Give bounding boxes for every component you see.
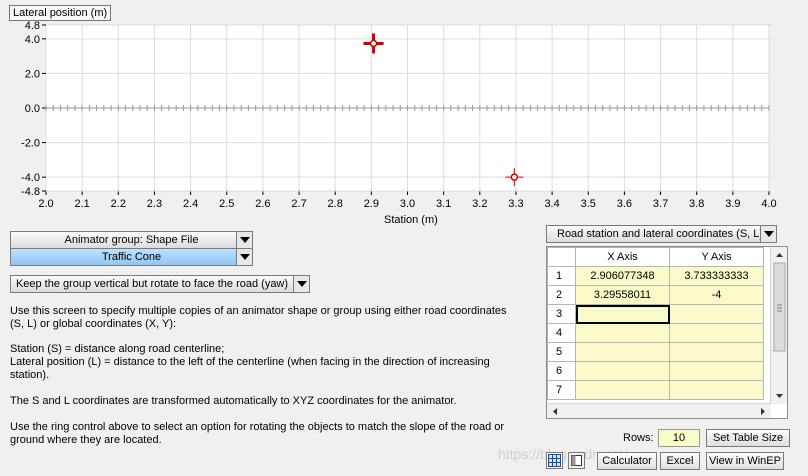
help-paragraph-4: Use the ring control above to select an … bbox=[10, 421, 505, 446]
x-cell[interactable] bbox=[575, 361, 670, 381]
view-in-winep-button[interactable]: View in WinEP bbox=[706, 452, 784, 470]
y-axis-column-header: Y Axis bbox=[669, 247, 764, 267]
row-number-header bbox=[547, 247, 576, 267]
x-cell-selected[interactable] bbox=[575, 304, 670, 324]
y-tick-label: -4.0 bbox=[21, 172, 40, 184]
x-cell[interactable] bbox=[575, 380, 670, 400]
table-row: 1 2.906077348 3.733333333 bbox=[547, 266, 764, 286]
table-row: 3 bbox=[547, 304, 764, 324]
shape-label: Traffic Cone bbox=[101, 251, 162, 263]
y-axis-title: Lateral position (m) bbox=[9, 5, 112, 21]
orientation-select[interactable]: Keep the group vertical but rotate to fa… bbox=[10, 275, 310, 293]
x-tick-label: 2.4 bbox=[183, 198, 198, 210]
chevron-down-icon[interactable] bbox=[760, 226, 776, 242]
y-tick-label: 2.0 bbox=[25, 68, 40, 80]
row-number: 5 bbox=[547, 342, 576, 362]
x-tick-label: 2.0 bbox=[38, 198, 53, 210]
y-cell[interactable] bbox=[669, 380, 764, 400]
x-tick-label: 3.7 bbox=[653, 198, 668, 210]
x-tick-label: 2.2 bbox=[111, 198, 126, 210]
row-number: 4 bbox=[547, 323, 576, 343]
y-cell[interactable]: 3.733333333 bbox=[669, 266, 764, 286]
x-tick-label: 2.1 bbox=[75, 198, 90, 210]
x-tick-label: 3.8 bbox=[689, 198, 704, 210]
x-tick-label: 3.5 bbox=[581, 198, 596, 210]
window-view-button[interactable] bbox=[568, 452, 585, 469]
horizontal-scrollbar[interactable] bbox=[547, 403, 771, 418]
table-row: 5 bbox=[547, 342, 764, 362]
shape-select[interactable]: Traffic Cone bbox=[10, 248, 253, 266]
x-tick-label: 3.0 bbox=[400, 198, 415, 210]
row-number: 2 bbox=[547, 285, 576, 305]
x-tick-label: 3.6 bbox=[617, 198, 632, 210]
x-tick-label: 2.7 bbox=[291, 198, 306, 210]
table-header-row: X Axis Y Axis bbox=[547, 247, 764, 267]
y-tick-label: 0.0 bbox=[25, 103, 40, 115]
x-tick-label: 2.6 bbox=[255, 198, 270, 210]
chevron-down-icon[interactable] bbox=[236, 249, 252, 265]
x-axis-column-header: X Axis bbox=[575, 247, 670, 267]
y-cell[interactable] bbox=[669, 323, 764, 343]
x-cell[interactable]: 2.906077348 bbox=[575, 266, 670, 286]
x-cell[interactable]: 3.29558011 bbox=[575, 285, 670, 305]
y-tick-label: -4.8 bbox=[21, 186, 40, 198]
scrollbar-arrows-icon bbox=[773, 253, 786, 398]
x-tick-label: 2.8 bbox=[328, 198, 343, 210]
y-cell[interactable] bbox=[669, 304, 764, 324]
window-icon bbox=[571, 455, 582, 466]
y-tick-label: 4.8 bbox=[25, 20, 40, 32]
coordinates-table[interactable]: X Axis Y Axis 1 2.906077348 3.733333333 … bbox=[546, 246, 788, 419]
help-paragraph-3: The S and L coordinates are transformed … bbox=[10, 395, 457, 407]
excel-button[interactable]: Excel bbox=[660, 452, 700, 470]
x-tick-label: 4.0 bbox=[761, 198, 776, 210]
help-paragraph-2a: Station (S) = distance along road center… bbox=[10, 343, 225, 355]
table-row: 7 bbox=[547, 380, 764, 400]
y-cell[interactable]: -4 bbox=[669, 285, 764, 305]
help-paragraph-2b: Lateral position (L) = distance to the l… bbox=[10, 356, 490, 381]
x-tick-label: 2.9 bbox=[364, 198, 379, 210]
x-axis-title: Station (m) bbox=[384, 214, 438, 226]
help-paragraph-1: Use this screen to specify multiple copi… bbox=[10, 305, 507, 330]
animator-group-label: Animator group: Shape File bbox=[64, 234, 199, 246]
rows-input[interactable]: 10 bbox=[658, 429, 700, 447]
table-icon bbox=[548, 454, 561, 467]
scrollbar-arrows-icon bbox=[553, 408, 765, 415]
x-cell[interactable] bbox=[575, 323, 670, 343]
data-point bbox=[510, 173, 519, 181]
row-number: 3 bbox=[547, 304, 576, 324]
lateral-position-chart[interactable]: 2.0 2.1 2.2 2.3 2.4 2.5 2.6 2.7 2.8 2.9 3.0 3.1 3.2 3… bbox=[0, 0, 808, 232]
calculator-button[interactable]: Calculator bbox=[597, 452, 657, 470]
x-tick-label: 3.4 bbox=[544, 198, 559, 210]
y-tick-label: -2.0 bbox=[21, 138, 40, 150]
row-number: 7 bbox=[547, 380, 576, 400]
set-table-size-button[interactable]: Set Table Size bbox=[706, 429, 790, 447]
y-cell[interactable] bbox=[669, 342, 764, 362]
x-tick-label: 3.1 bbox=[436, 198, 451, 210]
table-row: 4 bbox=[547, 323, 764, 343]
x-tick-label: 3.9 bbox=[725, 198, 740, 210]
data-point bbox=[369, 39, 378, 48]
row-number: 1 bbox=[547, 266, 576, 286]
chevron-down-icon[interactable] bbox=[236, 232, 252, 248]
vertical-scrollbar[interactable] bbox=[770, 247, 787, 404]
rows-label: Rows: bbox=[623, 432, 654, 444]
table-row: 6 bbox=[547, 361, 764, 381]
row-number: 6 bbox=[547, 361, 576, 381]
coordinate-mode-label: Road station and lateral coordinates (S,… bbox=[557, 228, 764, 240]
table-view-button[interactable] bbox=[546, 452, 563, 469]
x-cell[interactable] bbox=[575, 342, 670, 362]
coordinate-mode-select[interactable]: Road station and lateral coordinates (S,… bbox=[546, 225, 777, 243]
x-tick-label: 2.5 bbox=[219, 198, 234, 210]
table-row: 2 3.29558011 -4 bbox=[547, 285, 764, 305]
y-cell[interactable] bbox=[669, 361, 764, 381]
x-tick-label: 2.3 bbox=[147, 198, 162, 210]
chevron-down-icon[interactable] bbox=[293, 276, 309, 292]
animator-group-select[interactable]: Animator group: Shape File bbox=[10, 231, 253, 249]
y-tick-label: 4.0 bbox=[25, 34, 40, 46]
x-tick-label: 3.3 bbox=[508, 198, 523, 210]
orientation-label: Keep the group vertical but rotate to fa… bbox=[15, 278, 289, 290]
x-tick-label: 3.2 bbox=[472, 198, 487, 210]
